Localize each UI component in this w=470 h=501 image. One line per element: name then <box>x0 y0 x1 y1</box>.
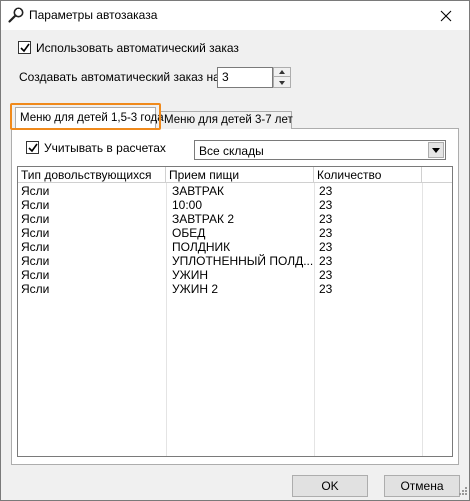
cell-quantity: 23 <box>319 212 333 226</box>
checkmark-icon <box>28 143 38 153</box>
cell-meal: УЖИН <box>172 268 208 282</box>
cell-quantity: 23 <box>319 184 333 198</box>
table-row[interactable]: Ясли 10:00 23 <box>18 198 452 212</box>
column-header-quantity[interactable]: Количество <box>314 167 422 183</box>
tab-menu-1-5-3[interactable]: Меню для детей 1,5-3 года <box>15 107 164 129</box>
cell-type: Ясли <box>21 240 50 254</box>
title-bar: Параметры автозаказа <box>1 1 469 30</box>
use-auto-order-checkbox[interactable] <box>18 41 31 54</box>
table-row[interactable]: Ясли ОБЕД 23 <box>18 226 452 240</box>
cell-quantity: 23 <box>319 268 333 282</box>
cell-quantity: 23 <box>319 282 333 296</box>
table-row[interactable]: Ясли ЗАВТРАК 2 23 <box>18 212 452 226</box>
cell-type: Ясли <box>21 184 50 198</box>
cell-quantity: 23 <box>319 198 333 212</box>
checkmark-icon <box>20 43 30 53</box>
meals-table[interactable]: Тип довольствующихся Прием пищи Количест… <box>17 166 453 457</box>
warehouse-select[interactable]: Все склады <box>194 140 446 160</box>
account-label: Учитывать в расчетах <box>44 141 166 155</box>
cell-type: Ясли <box>21 282 50 296</box>
spin-up-arrow-icon[interactable] <box>274 68 290 77</box>
cell-type: Ясли <box>21 254 50 268</box>
column-header-type[interactable]: Тип довольствующихся <box>18 167 166 183</box>
cell-type: Ясли <box>21 268 50 282</box>
cell-type: Ясли <box>21 212 50 226</box>
cell-meal: ЗАВТРАК 2 <box>172 212 234 226</box>
cell-quantity: 23 <box>319 254 333 268</box>
use-auto-order-label: Использовать автоматический заказ <box>36 41 239 55</box>
window-title: Параметры автозаказа <box>29 8 158 22</box>
wrench-icon <box>7 6 25 24</box>
create-auto-order-label: Создавать автоматический заказ на: <box>19 70 224 84</box>
create-days-spinner[interactable] <box>273 67 291 88</box>
table-header: Тип довольствующихся Прием пищи Количест… <box>18 167 452 183</box>
table-row[interactable]: Ясли ЗАВТРАК 23 <box>18 184 452 198</box>
cell-meal: ПОЛДНИК <box>172 240 231 254</box>
account-checkbox[interactable] <box>26 141 39 154</box>
cell-meal: ОБЕД <box>172 226 206 240</box>
column-header-meal[interactable]: Прием пищи <box>166 167 314 183</box>
resize-grip-icon[interactable] <box>457 484 467 498</box>
cell-meal: УЖИН 2 <box>172 282 219 296</box>
close-button[interactable] <box>423 1 469 30</box>
cell-type: Ясли <box>21 226 50 240</box>
table-row[interactable]: Ясли УПЛОТНЕННЫЙ ПОЛД... 23 <box>18 254 452 268</box>
cell-meal: 10:00 <box>172 198 203 212</box>
warehouse-select-value: Все склады <box>199 144 264 158</box>
spin-down-arrow-icon[interactable] <box>274 78 290 87</box>
cell-meal: УПЛОТНЕННЫЙ ПОЛД... <box>172 254 313 268</box>
cell-type: Ясли <box>21 198 50 212</box>
chevron-down-icon[interactable] <box>428 142 444 158</box>
cell-quantity: 23 <box>319 226 333 240</box>
table-row[interactable]: Ясли УЖИН 23 <box>18 268 452 282</box>
table-row[interactable]: Ясли УЖИН 2 23 <box>18 282 452 296</box>
table-row[interactable]: Ясли ПОЛДНИК 23 <box>18 240 452 254</box>
tab-menu-3-7[interactable]: Меню для детей 3-7 лет <box>159 111 293 129</box>
cell-quantity: 23 <box>319 240 333 254</box>
ok-button[interactable]: OK <box>292 475 368 497</box>
close-icon <box>440 10 452 21</box>
cancel-button[interactable]: Отмена <box>384 475 460 497</box>
cell-meal: ЗАВТРАК <box>172 184 224 198</box>
auto-order-dialog: Параметры автозаказа Использовать автома… <box>0 0 470 501</box>
create-days-input[interactable]: 3 <box>217 67 273 88</box>
